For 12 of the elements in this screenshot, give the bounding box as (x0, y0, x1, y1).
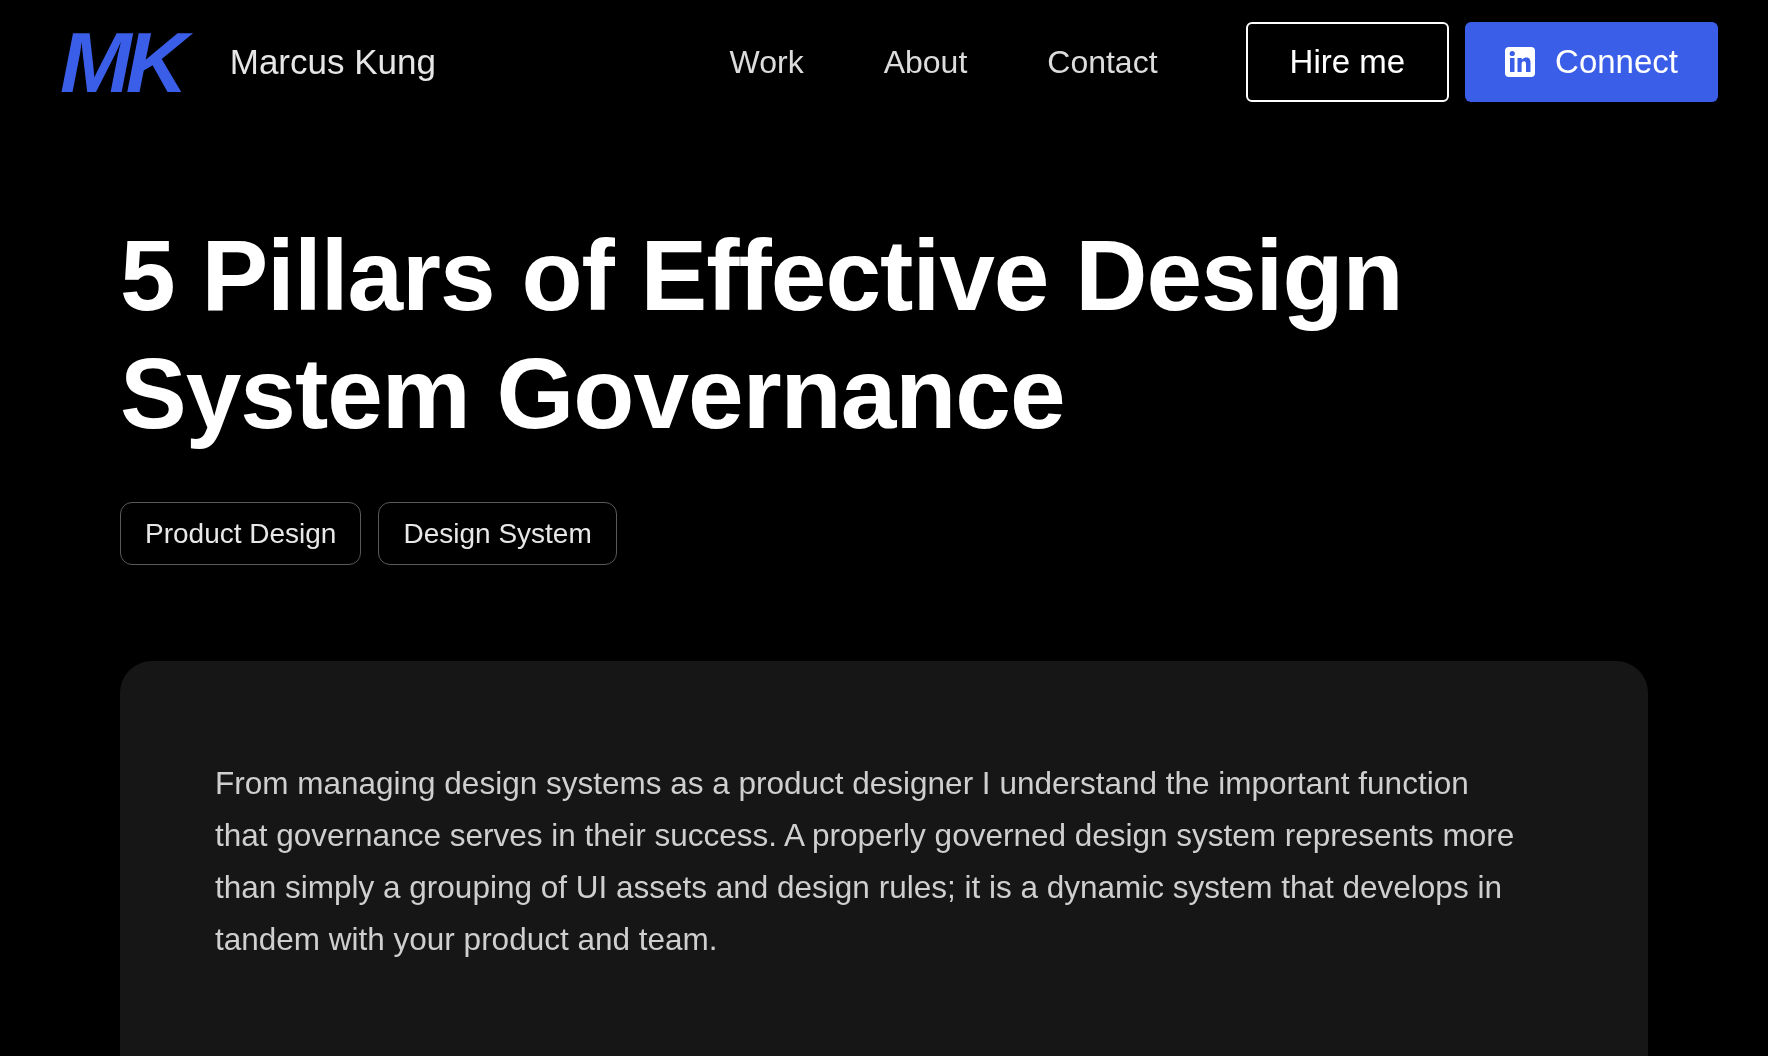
tag[interactable]: Product Design (120, 502, 362, 565)
article-title: 5 Pillars of Effective Design System Governance (120, 218, 1404, 451)
intro-paragraph: From managing design systems as a product designer I understand the important function that governance serves in their success. A properly governed design system represents more than simply a grouping of UI assets and design rules; it is a dynamic system that develops in tandem with your product and team. (215, 764, 1515, 959)
tag[interactable]: Design System (378, 502, 617, 565)
linkedin-icon (1505, 47, 1536, 77)
logo[interactable]: MK (56, 14, 196, 110)
connect-button[interactable]: Connect (1465, 22, 1718, 102)
nav-link[interactable]: Contact (1047, 43, 1158, 81)
hire-button[interactable]: Hire me (1245, 22, 1450, 102)
nav-link[interactable]: Work (729, 43, 804, 81)
site-name: Marcus Kung (229, 42, 436, 82)
nav-link[interactable]: About (883, 43, 968, 81)
